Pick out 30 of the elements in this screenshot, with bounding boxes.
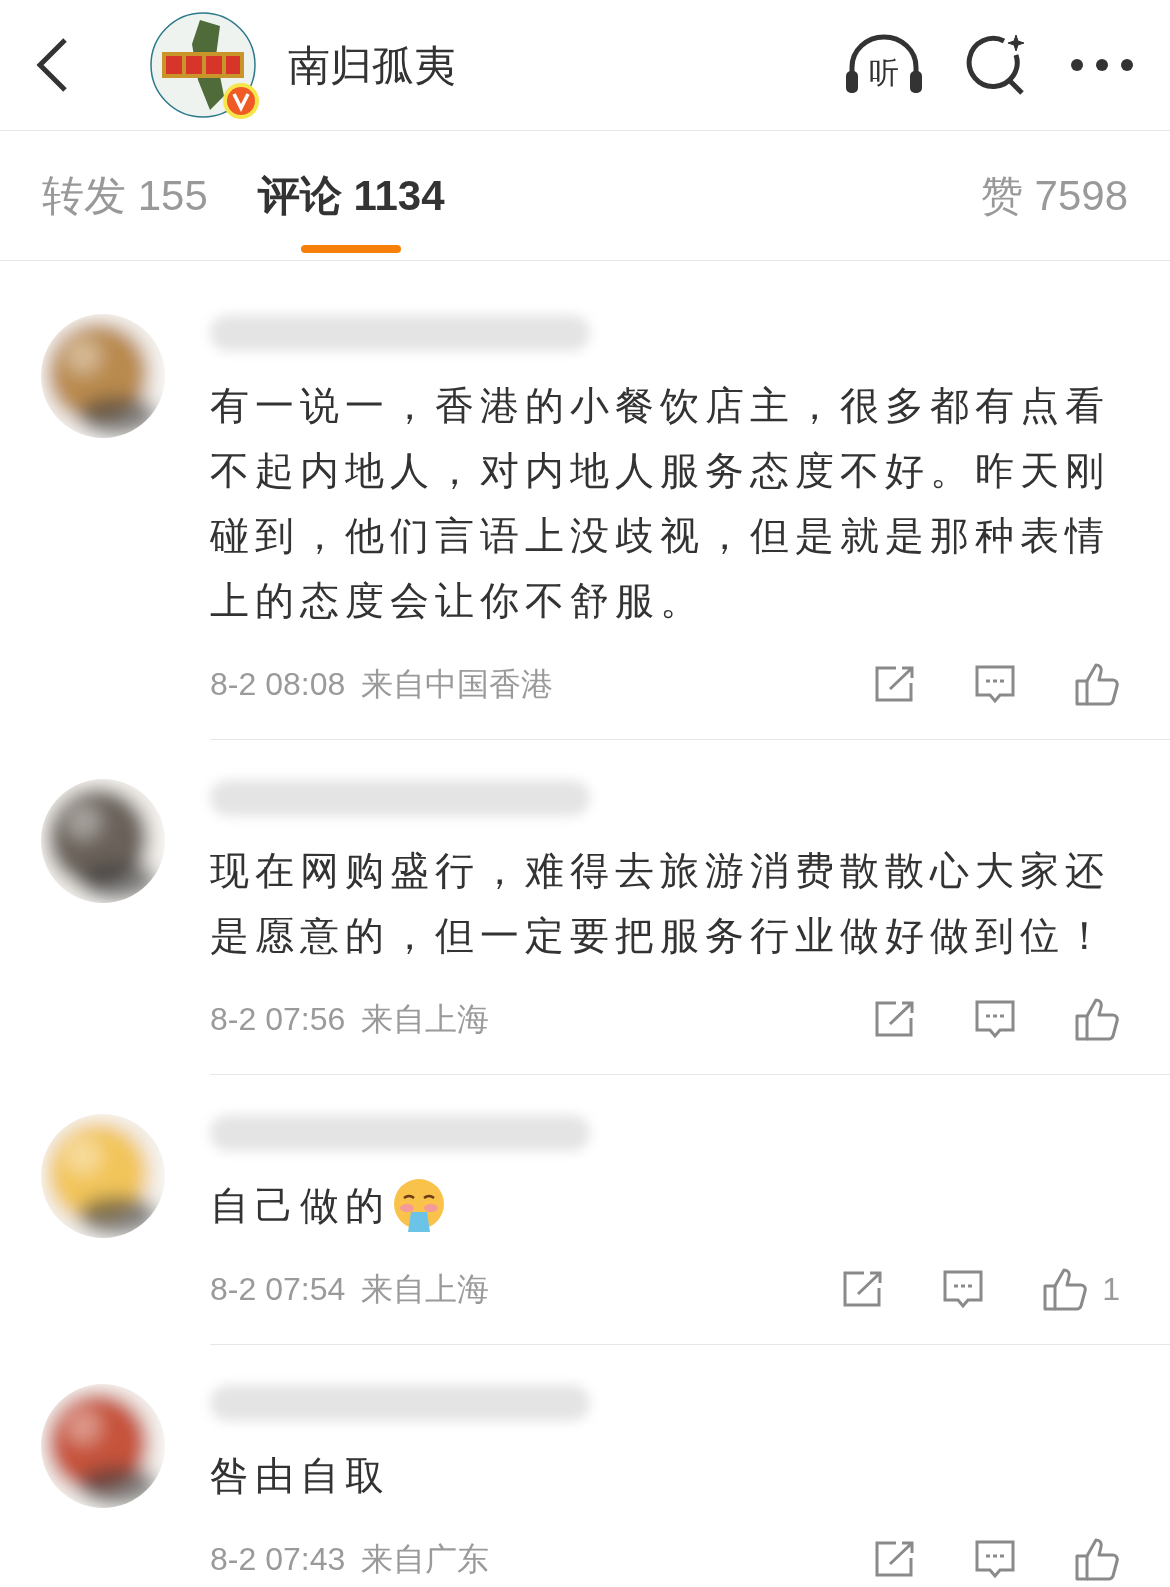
thumbs-up-icon[interactable] xyxy=(1074,997,1120,1041)
comment-location: 来自广东 xyxy=(361,1540,490,1579)
share-icon[interactable] xyxy=(842,1270,885,1308)
comment-icon[interactable] xyxy=(974,999,1016,1039)
comment-icon[interactable] xyxy=(942,1269,985,1309)
comment-time: 8-2 08:08 xyxy=(210,665,346,704)
more-icon[interactable] xyxy=(1070,58,1134,72)
account-name: 南归孤夷 xyxy=(288,40,456,91)
comment-time: 8-2 07:43 xyxy=(210,1540,346,1579)
thumbs-up-icon[interactable] xyxy=(1042,1267,1089,1311)
comment-location: 来自中国香港 xyxy=(361,665,554,704)
comment-time: 8-2 07:56 xyxy=(210,1000,346,1039)
share-icon[interactable] xyxy=(874,1540,916,1578)
comment-location: 来自上海 xyxy=(361,1000,490,1039)
comment-time: 8-2 07:54 xyxy=(210,1270,346,1309)
share-icon[interactable] xyxy=(874,1000,916,1038)
comment-text: 有一说一，香港的小餐饮店主，很多都有点看不起内地人，对内地人服务态度不好。昨天刚碰到，他们言语上没歧视，但是就是那种表情上的态度会让你不舒服。 xyxy=(210,383,1111,624)
comment-location: 来自上海 xyxy=(361,1270,490,1309)
like-count: 1 xyxy=(1102,1270,1120,1309)
comment-text: 自己做的 xyxy=(210,1183,390,1229)
comment-icon[interactable] xyxy=(974,1539,1016,1579)
thumbs-up-icon[interactable] xyxy=(1074,662,1120,706)
listen-button[interactable]: 听 xyxy=(844,33,924,97)
comment-icon[interactable] xyxy=(974,664,1016,704)
share-icon[interactable] xyxy=(874,665,916,703)
comment-text: 咎由自取 xyxy=(210,1453,390,1499)
tab[interactable]: 评论 1134 xyxy=(257,130,445,261)
thumbs-up-icon[interactable] xyxy=(1074,1537,1120,1581)
comment-text: 现在网购盛行，难得去旅游消费散散心大家还是愿意的，但一定要把服务行业做好做到位！ xyxy=(210,848,1111,959)
back-icon[interactable] xyxy=(36,37,68,93)
